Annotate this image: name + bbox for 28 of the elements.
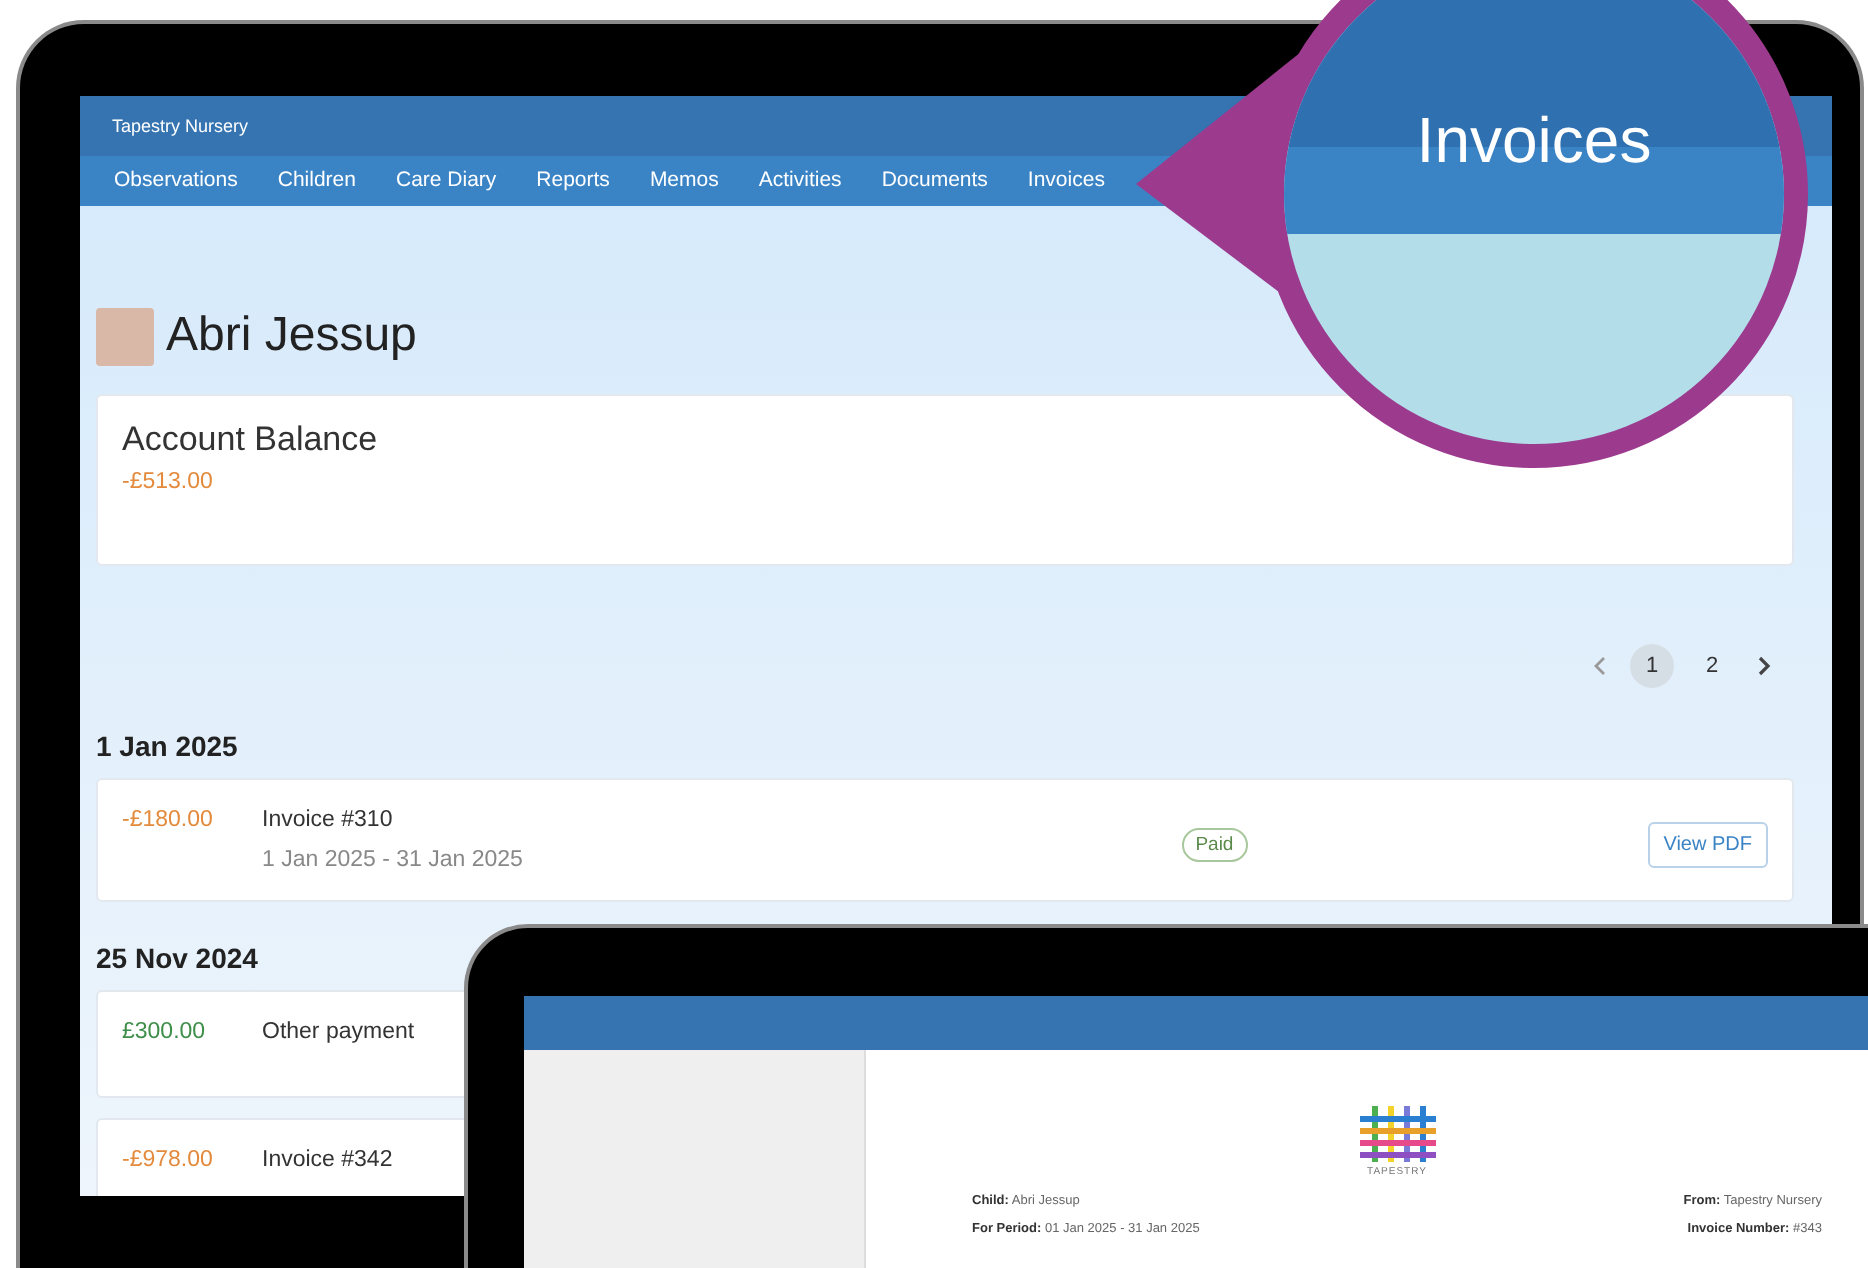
nav-link[interactable]: Children bbox=[277, 159, 356, 203]
nav-link[interactable]: Activities bbox=[758, 159, 842, 203]
transaction-amount: -£180.00 bbox=[122, 808, 215, 832]
page-link[interactable]: 2 bbox=[1690, 644, 1734, 688]
transaction-amount: £300.00 bbox=[122, 1020, 208, 1044]
nav-link[interactable]: Documents bbox=[881, 159, 988, 203]
photo-placeholder bbox=[96, 307, 154, 365]
app-title: Tapestry Nursery bbox=[112, 116, 249, 136]
nav-link[interactable]: Invoices bbox=[1027, 159, 1105, 203]
status-badge: Paid bbox=[1181, 828, 1248, 862]
magnified-nav-label: Invoices bbox=[1416, 104, 1652, 178]
logo-icon bbox=[1359, 1106, 1435, 1162]
balance-amount: -£513.00 bbox=[122, 470, 215, 494]
nav-link[interactable]: Observations bbox=[114, 159, 238, 203]
child-name: Abri Jessup bbox=[166, 308, 417, 364]
invoice-period: 1 Jan 2025 - 31 Jan 2025 bbox=[262, 848, 523, 872]
date-heading: 25 Nov 2024 bbox=[96, 942, 260, 974]
nav-link[interactable]: Reports bbox=[536, 159, 610, 203]
transaction-title: Invoice #342 bbox=[262, 1148, 393, 1172]
nav-link[interactable]: Care Diary bbox=[395, 159, 497, 203]
transaction-title: Invoice #310 bbox=[262, 808, 393, 832]
transaction-title: Other payment bbox=[262, 1020, 415, 1044]
transaction-amount: -£978.00 bbox=[122, 1148, 215, 1172]
nav-link[interactable]: Memos bbox=[649, 159, 719, 203]
date-heading: 1 Jan 2025 bbox=[96, 730, 240, 762]
balance-title: Account Balance bbox=[122, 420, 380, 460]
view-pdf-button[interactable]: View PDF bbox=[1647, 822, 1768, 868]
page-link[interactable]: 1 bbox=[1630, 644, 1674, 688]
